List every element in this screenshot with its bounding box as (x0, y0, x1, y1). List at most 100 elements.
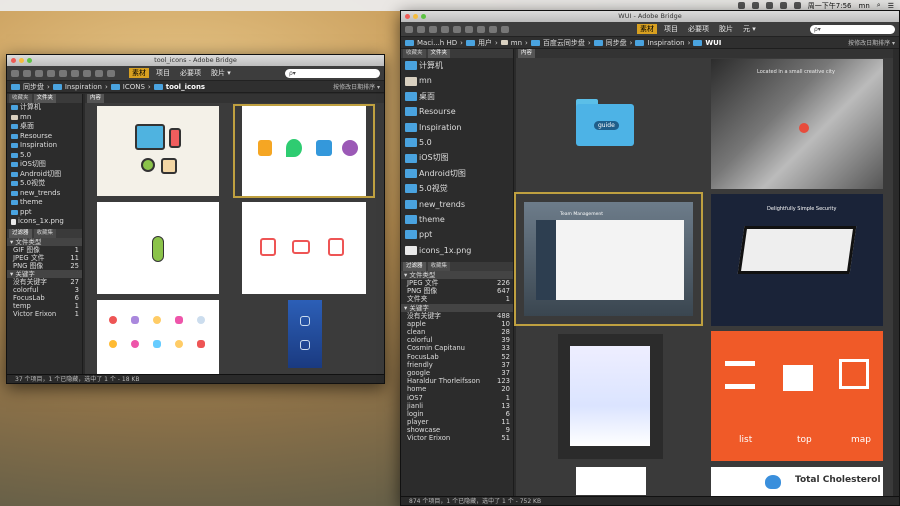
filter-row[interactable]: player 11 (401, 418, 513, 426)
filter-row[interactable]: Victor Erixon 51 (401, 434, 513, 442)
breadcrumb-item[interactable]: Inspiration (65, 83, 102, 91)
breadcrumb-item[interactable]: 同步盘 (23, 82, 44, 92)
folder-item[interactable]: 桌面 (7, 122, 82, 132)
filter-group-header[interactable]: ▾ 关键字 (7, 269, 82, 278)
folder-item[interactable]: 桌面 (401, 89, 513, 104)
thumbnail[interactable] (97, 300, 219, 376)
filter-row[interactable]: Haraldur Thorleifsson 123 (401, 377, 513, 385)
sort-dropdown[interactable]: 按修改日期排序 ▾ (333, 82, 380, 91)
filter-row[interactable]: FocusLab 52 (401, 353, 513, 361)
tab-folders[interactable]: 文件夹 (427, 49, 451, 58)
thumbnail[interactable]: Total Cholesterol (711, 467, 883, 499)
filter-row[interactable]: temp 1 (7, 302, 82, 310)
rotate-right-icon[interactable] (501, 25, 509, 33)
window-title-bar[interactable]: WUI - Adobe Bridge (401, 11, 899, 22)
folder-item[interactable]: theme (401, 212, 513, 227)
breadcrumb-item[interactable]: WUI (705, 39, 721, 47)
thumbnail[interactable]: list top map (711, 331, 883, 461)
filter-row[interactable]: PNG 图像 25 (7, 262, 82, 270)
workspace-tab[interactable]: 必要项 (177, 68, 204, 78)
tab-folders[interactable]: 文件夹 (33, 94, 57, 103)
workspace-tab[interactable]: 素材 (129, 68, 149, 78)
tab-content[interactable]: 内容 (87, 94, 105, 103)
workspace-tab[interactable]: 项目 (153, 68, 173, 78)
filter-row[interactable]: clean 28 (401, 328, 513, 336)
volume-icon[interactable] (779, 2, 787, 9)
filter-row[interactable]: 文件夹 1 (401, 295, 513, 303)
spotlight-icon[interactable]: ⌕ (877, 1, 881, 10)
filter-row[interactable]: login 6 (401, 410, 513, 418)
search-input[interactable]: ρ▾ (810, 24, 895, 34)
filter-row[interactable]: JPEG 文件 11 (7, 254, 82, 262)
close-button[interactable] (405, 14, 410, 19)
filter-row[interactable]: home 20 (401, 385, 513, 393)
sort-dropdown[interactable]: 按修改日期排序 ▾ (848, 38, 895, 47)
camera-icon[interactable] (59, 69, 67, 77)
filter-row[interactable]: FocusLab 6 (7, 294, 82, 302)
battery-icon[interactable] (793, 2, 801, 9)
thumbnail[interactable] (97, 202, 219, 294)
back-icon[interactable] (11, 69, 19, 77)
thumbnail[interactable] (97, 106, 219, 196)
tab-content[interactable]: 内容 (518, 49, 536, 58)
folder-item[interactable]: 5.0 (7, 151, 82, 161)
breadcrumb-item[interactable]: tool_icons (166, 83, 205, 91)
rotate-left-icon[interactable] (95, 69, 103, 77)
recent-icon[interactable] (35, 69, 43, 77)
filter-row[interactable]: colorful 39 (401, 336, 513, 344)
filter-group-header[interactable]: ▾ 文件类型 (401, 271, 513, 280)
filter-row[interactable]: 没有关键字 27 (7, 278, 82, 286)
folder-item[interactable]: new_trends (7, 189, 82, 199)
filter-row[interactable]: friendly 37 (401, 361, 513, 369)
list-icon[interactable]: ☰ (888, 2, 894, 10)
open-icon[interactable] (83, 69, 91, 77)
filter-row[interactable]: Victor Erixon 1 (7, 310, 82, 318)
thumbnail-selected[interactable] (233, 104, 375, 198)
thumbnail[interactable] (576, 467, 646, 495)
minimize-button[interactable] (19, 58, 24, 63)
folder-item[interactable]: Resourse (401, 104, 513, 119)
thumbnail[interactable]: Located in a small creative city (711, 59, 883, 189)
folder-item[interactable]: 计算机 (401, 58, 513, 73)
tab-filter[interactable]: 过滤器 (403, 262, 426, 272)
workspace-tab[interactable]: 必要项 (685, 24, 712, 34)
breadcrumb-item[interactable]: mn (511, 39, 522, 47)
thumbnail[interactable]: Delightfully Simple Security (711, 194, 883, 326)
forward-icon[interactable] (23, 69, 31, 77)
folder-item[interactable]: new_trends (401, 197, 513, 212)
refine-icon[interactable] (465, 25, 473, 33)
folder-item[interactable]: iOS切图 (401, 150, 513, 165)
folder-item[interactable]: 5.0 (401, 135, 513, 150)
wechat-icon[interactable] (737, 2, 745, 9)
folder-item[interactable]: 5.0视觉 (401, 181, 513, 196)
rotate-right-icon[interactable] (107, 69, 115, 77)
folder-item[interactable]: theme (7, 198, 82, 208)
breadcrumb-item[interactable]: 百度云同步盘 (543, 38, 585, 48)
folder-thumbnail[interactable]: guide (576, 99, 636, 147)
zoom-button[interactable] (27, 58, 32, 63)
tab-filter[interactable]: 过滤器 (9, 228, 32, 238)
filter-group-header[interactable]: ▾ 文件类型 (7, 237, 82, 246)
folder-item[interactable]: mn (7, 113, 82, 123)
breadcrumb-item[interactable]: Inspiration (647, 39, 684, 47)
filter-row[interactable]: apple 10 (401, 320, 513, 328)
close-button[interactable] (11, 58, 16, 63)
workspace-tab[interactable]: 胶片 ▾ (208, 68, 234, 78)
filter-row[interactable]: jianli 13 (401, 402, 513, 410)
filter-row[interactable]: Cosmin Capitanu 33 (401, 344, 513, 352)
forward-icon[interactable] (417, 25, 425, 33)
recent-icon[interactable] (429, 25, 437, 33)
breadcrumb-item[interactable]: 同步盘 (606, 38, 627, 48)
minimize-button[interactable] (413, 14, 418, 19)
folder-item[interactable]: Inspiration (7, 141, 82, 151)
folder-item[interactable]: Android切图 (401, 166, 513, 181)
folder-item[interactable]: 计算机 (7, 103, 82, 113)
wifi-icon[interactable] (765, 2, 773, 9)
tab-collections[interactable]: 收藏集 (427, 262, 451, 272)
boomerang-icon[interactable] (47, 69, 55, 77)
boomerang-icon[interactable] (441, 25, 449, 33)
thumbnail-selected[interactable]: Team Management (514, 192, 703, 326)
tab-favorites[interactable]: 收藏夹 (403, 49, 426, 58)
search-input[interactable]: ρ▾ (285, 68, 380, 78)
back-icon[interactable] (405, 25, 413, 33)
